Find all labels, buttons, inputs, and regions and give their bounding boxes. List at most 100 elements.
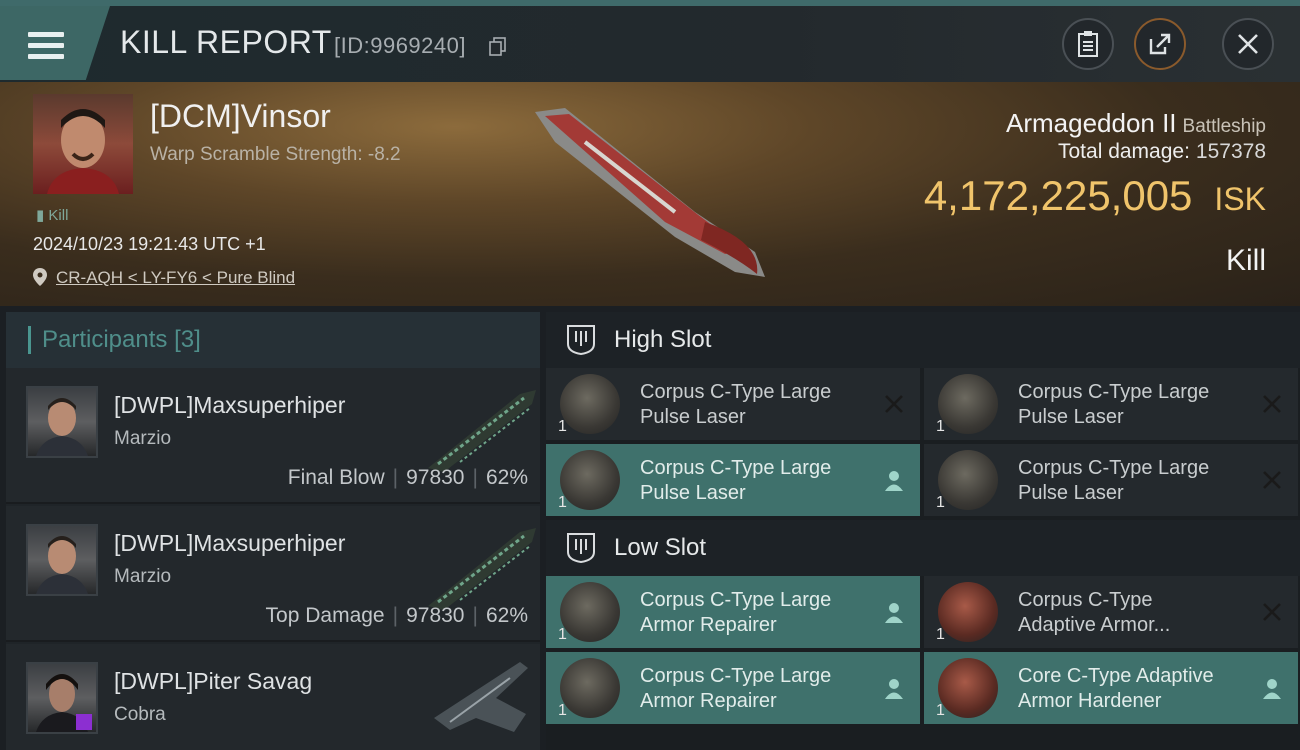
hamburger-icon: [28, 32, 64, 60]
participant-ship: Marzio: [114, 566, 172, 587]
kill-tag: ▮ Kill: [36, 207, 69, 224]
location-link[interactable]: CR-AQH < LY-FY6 < Pure Blind: [56, 268, 295, 288]
module-name: Corpus C-Type Large Pulse Laser: [640, 456, 870, 506]
module-name-line1: Core C-Type Adaptive: [1018, 665, 1214, 687]
location-pin-icon: [33, 268, 47, 286]
participant-row[interactable]: [DWPL]Maxsuperhiper Marzio Final Blow | 97…: [6, 368, 540, 504]
participants-title: Participants [3]: [42, 326, 201, 354]
dropped-person-icon: [885, 471, 903, 491]
ship-class-label: Battleship: [1182, 116, 1266, 137]
participant-ship: Cobra: [114, 704, 166, 725]
isk-unit: ISK: [1214, 181, 1266, 217]
participant-row[interactable]: [DWPL]Piter Savag Cobra: [6, 644, 540, 750]
destroyed-icon: [1263, 603, 1281, 621]
menu-button[interactable]: [0, 6, 110, 80]
participants-label: Participants: [42, 326, 168, 353]
module-name: Corpus C-Type Adaptive Armor...: [1018, 588, 1248, 638]
module-quantity: 1: [558, 418, 567, 435]
warp-scramble-strength: Warp Scramble Strength: -8.2: [150, 144, 401, 165]
isk-value: 4,172,225,005 ISK: [924, 172, 1266, 220]
module-name-line2: Pulse Laser: [1018, 482, 1124, 504]
participant-ship-image: [428, 390, 536, 472]
portrait-icon: [36, 398, 88, 456]
ship-name-label: Armageddon II: [1005, 108, 1177, 138]
participant-ship: Marzio: [114, 428, 172, 449]
module-name-line2: Pulse Laser: [1018, 406, 1124, 428]
kill-timestamp: 2024/10/23 19:21:43 UTC +1: [33, 234, 266, 254]
participant-avatar: [26, 662, 98, 734]
pulse-laser-icon: [938, 450, 998, 510]
participant-role: Final Blow: [287, 466, 385, 489]
copy-icon[interactable]: [488, 36, 508, 56]
module-card[interactable]: 1 Core C-Type Adaptive Armor Hardener: [924, 652, 1298, 724]
victim-ship-image[interactable]: [525, 102, 775, 282]
participant-row[interactable]: [DWPL]Maxsuperhiper Marzio Top Damage | 97…: [6, 506, 540, 642]
module-quantity: 1: [558, 494, 567, 511]
module-card[interactable]: 1 Corpus C-Type Large Pulse Laser: [924, 368, 1298, 440]
high-slot-title: High Slot: [614, 326, 712, 353]
dropped-person-icon: [1263, 679, 1281, 699]
participant-name: [DWPL]Piter Savag: [114, 668, 313, 694]
module-quantity: 1: [558, 626, 567, 643]
low-slot-title: Low Slot: [614, 534, 707, 561]
header-bar: KILL REPORT [ID:9969240]: [0, 0, 1300, 82]
pulse-laser-icon: [560, 374, 620, 434]
participant-ship-image: [428, 528, 536, 610]
module-card[interactable]: 1 Corpus C-Type Large Pulse Laser: [546, 444, 920, 516]
header-accent-bar: [28, 326, 31, 354]
module-name-line1: Corpus C-Type Large: [640, 457, 832, 479]
fitting-panel: High Slot 1 Corpus C-Type Large Pulse Las…: [546, 312, 1300, 750]
share-icon: [1149, 33, 1171, 55]
dropped-person-icon: [885, 679, 903, 699]
participant-avatar: [26, 524, 98, 596]
participant-avatar: [26, 386, 98, 458]
armor-repairer-icon: [560, 582, 620, 642]
module-name-line2: Armor Repairer: [640, 690, 777, 712]
participant-ship-image: [434, 662, 528, 732]
module-name-line1: Corpus C-Type Large: [1018, 457, 1210, 479]
module-card[interactable]: 1 Corpus C-Type Large Armor Repairer: [546, 576, 920, 648]
module-card[interactable]: 1 Corpus C-Type Large Armor Repairer: [546, 652, 920, 724]
total-damage: Total damage: 157378: [1058, 140, 1266, 164]
close-icon: [1238, 34, 1258, 54]
portrait-icon: [36, 536, 88, 594]
module-name: Core C-Type Adaptive Armor Hardener: [1018, 664, 1248, 714]
module-name-line2: Armor Repairer: [640, 614, 777, 636]
armor-hardener-icon: [938, 582, 998, 642]
module-quantity: 1: [936, 418, 945, 435]
participant-name: [DWPL]Maxsuperhiper: [114, 530, 346, 556]
module-name: Corpus C-Type Large Pulse Laser: [640, 380, 870, 430]
participant-damage: 97830: [406, 604, 465, 627]
module-quantity: 1: [936, 494, 945, 511]
participant-percent: 62%: [485, 604, 528, 627]
clipboard-icon: [1078, 31, 1098, 57]
close-button[interactable]: [1222, 18, 1274, 70]
dropped-person-icon: [885, 603, 903, 623]
module-quantity: 1: [936, 702, 945, 719]
module-quantity: 1: [936, 626, 945, 643]
module-card[interactable]: 1 Corpus C-Type Adaptive Armor...: [924, 576, 1298, 648]
participant-stats: Top Damage | 97830 | 62%: [265, 604, 528, 627]
clipboard-button[interactable]: [1062, 18, 1114, 70]
total-damage-value: 157378: [1195, 140, 1266, 163]
isk-amount: 4,172,225,005: [923, 172, 1193, 219]
share-button[interactable]: [1134, 18, 1186, 70]
armor-hardener-icon: [938, 658, 998, 718]
module-name: Corpus C-Type Large Pulse Laser: [1018, 456, 1248, 506]
report-id: [ID:9969240]: [334, 33, 466, 58]
module-card[interactable]: 1 Corpus C-Type Large Pulse Laser: [546, 368, 920, 440]
module-name-line2: Pulse Laser: [640, 482, 746, 504]
victim-name[interactable]: [DCM]Vinsor: [150, 98, 331, 135]
module-name-line1: Corpus C-Type Large: [640, 665, 832, 687]
victim-avatar[interactable]: [33, 94, 133, 194]
victim-ship-name[interactable]: Armageddon II Battleship: [1006, 108, 1266, 139]
header-accent-line: [0, 0, 1300, 6]
high-slot-icon: [567, 325, 595, 356]
module-name-line2: Adaptive Armor...: [1018, 614, 1171, 636]
participant-stats: Final Blow | 97830 | 62%: [287, 466, 528, 489]
portrait-icon: [36, 674, 92, 732]
module-card[interactable]: 1 Corpus C-Type Large Pulse Laser: [924, 444, 1298, 516]
participant-percent: 62%: [485, 466, 528, 489]
destroyed-icon: [1263, 471, 1281, 489]
module-name-line1: Corpus C-Type Large: [1018, 381, 1210, 403]
